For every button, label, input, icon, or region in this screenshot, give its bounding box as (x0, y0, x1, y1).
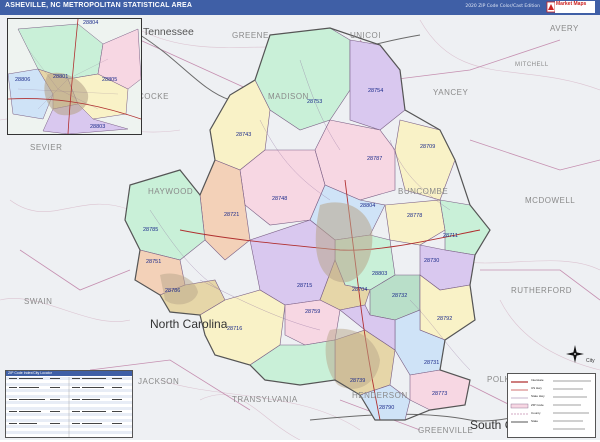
market-maps-logo: Market Maps (546, 0, 596, 15)
zip-label-28704: 28704 (352, 287, 368, 293)
zip-label-28792: 28792 (437, 316, 453, 322)
inset-zip-28803: 28803 (90, 124, 106, 130)
county-label-transylvania: TRANSYLVANIA (232, 395, 298, 404)
legend-label-county: County (531, 411, 541, 415)
zip-index-rows (6, 377, 132, 437)
zip-label-28732: 28732 (392, 293, 408, 299)
county-label-cocke: COCKE (138, 92, 169, 101)
county-label-mcdowell: MCDOWELL (525, 196, 576, 205)
legend-symbols (510, 380, 591, 430)
zip-label-28778: 28778 (407, 213, 423, 219)
zip-label-28786: 28786 (165, 288, 181, 294)
zip-label-28731: 28731 (424, 360, 440, 366)
county-label-greenville: GREENVILLE (418, 426, 474, 435)
map-legend: Interstate US Hwy State Hwy ZIP Code Cou… (507, 373, 596, 438)
county-label-sevier: SEVIER (30, 143, 63, 152)
zip-label-28754: 28754 (368, 88, 384, 94)
zip-label-28709: 28709 (420, 144, 436, 150)
zip-label-28753: 28753 (307, 99, 323, 105)
zip-label-28711: 28711 (443, 233, 458, 239)
edition-label: 2020 ZIP Code Color/Cast Edition (465, 4, 540, 9)
zip-label-28739: 28739 (350, 378, 366, 384)
county-label-greene: GREENE (232, 31, 269, 40)
zip-label-28716: 28716 (227, 326, 243, 332)
zip-label-28787: 28787 (367, 156, 383, 162)
legend-label-state-hwy: State Hwy (531, 394, 545, 398)
title-bar: ASHEVILLE, NC METROPOLITAN STATISTICAL A… (0, 0, 600, 15)
county-label-henderson: HENDERSON (352, 391, 408, 400)
inset-zip-28805: 28805 (102, 77, 118, 83)
legend-label-us-hwy: US Hwy (531, 386, 542, 390)
zip-index-table: ZIP Code Index/City Locator (5, 370, 133, 438)
county-label-yancey: YANCEY (433, 88, 469, 97)
county-label-unicoi: UNICOI (350, 31, 381, 40)
logo-text: Market Maps (556, 1, 587, 7)
map-title: ASHEVILLE, NC METROPOLITAN STATISTICAL A… (5, 2, 193, 9)
state-label-north-carolina: North Carolina (150, 317, 228, 331)
state-label-tennessee: Tennessee (143, 26, 194, 38)
county-label-swain: SWAIN (24, 297, 53, 306)
zip-index-title: ZIP Code Index/City Locator (6, 371, 132, 376)
inset-zip-28801: 28801 (53, 74, 69, 80)
zip-label-28751: 28751 (146, 259, 162, 265)
inset-zip-28804: 28804 (83, 20, 99, 26)
legend-city-label: City (586, 358, 595, 364)
zip-label-28730: 28730 (424, 258, 440, 264)
legend-label-zip-code: ZIP Code (531, 403, 544, 407)
county-label-mitchell: MITCHELL (515, 62, 549, 68)
county-label-avery: AVERY (550, 24, 579, 33)
county-label-madison: MADISON (268, 92, 309, 101)
legend-label-state: State (531, 419, 539, 423)
zip-label-28743: 28743 (236, 132, 252, 138)
zip-label-28715: 28715 (297, 283, 313, 289)
inset-map[interactable]: 28804 28806 28801 28805 28803 (7, 18, 142, 135)
county-label-haywood: HAYWOOD (148, 187, 194, 196)
county-label-rutherford: RUTHERFORD (511, 286, 572, 295)
compass-rose-icon (565, 344, 585, 366)
map-page: ASHEVILLE, NC METROPOLITAN STATISTICAL A… (0, 0, 600, 440)
zip-label-28803: 28803 (372, 271, 388, 277)
zip-label-28773: 28773 (432, 391, 448, 397)
county-label-buncombe: BUNCOMBE (398, 187, 449, 196)
zip-label-28721: 28721 (224, 212, 240, 218)
zip-label-28804: 28804 (360, 203, 376, 209)
zip-label-28759: 28759 (305, 309, 321, 315)
county-label-jackson: JACKSON (138, 377, 180, 386)
legend-label-interstate: Interstate (531, 378, 544, 382)
zip-label-28785: 28785 (143, 227, 159, 233)
zip-label-28748: 28748 (272, 196, 288, 202)
inset-zip-28806: 28806 (15, 77, 31, 83)
zip-label-28790: 28790 (379, 405, 395, 411)
